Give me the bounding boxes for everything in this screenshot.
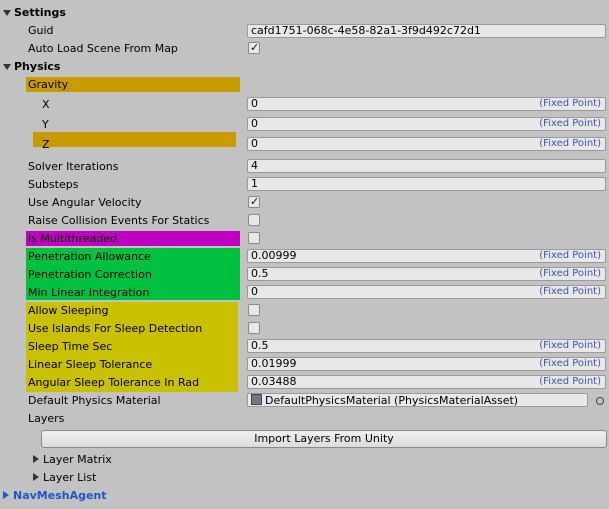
auto-load-checkbox[interactable]: ✓ bbox=[248, 41, 260, 54]
penetration-correction-label: Penetration Correction bbox=[28, 268, 152, 281]
is-multithreaded-label: Is Multithreaded bbox=[28, 232, 118, 245]
angular-sleep-label: Angular Sleep Tolerance In Rad bbox=[28, 376, 200, 389]
triangle-right-icon[interactable] bbox=[3, 491, 9, 499]
import-layers-button[interactable]: Import Layers From Unity bbox=[41, 430, 607, 448]
navmesh-foldout[interactable]: NavMeshAgent bbox=[0, 487, 609, 505]
triangle-right-icon[interactable] bbox=[33, 473, 39, 481]
fixed-point-tag: (Fixed Point) bbox=[539, 340, 601, 351]
substeps-label: Substeps bbox=[28, 178, 79, 191]
sleep-time-label: Sleep Time Sec bbox=[28, 340, 113, 353]
layer-matrix-foldout[interactable]: Layer Matrix bbox=[0, 451, 609, 469]
gravity-label: Gravity bbox=[28, 78, 69, 91]
gravity-z-highlight bbox=[33, 132, 236, 147]
guid-label: Guid bbox=[28, 24, 54, 37]
allow-sleeping-label: Allow Sleeping bbox=[28, 304, 109, 317]
angular-sleep-field[interactable]: 0.03488 (Fixed Point) bbox=[247, 375, 606, 389]
solver-iterations-value: 4 bbox=[251, 159, 258, 172]
fixed-point-tag: (Fixed Point) bbox=[539, 358, 601, 369]
allow-sleeping-checkbox[interactable] bbox=[248, 304, 260, 316]
asset-icon bbox=[251, 394, 262, 405]
checkmark-icon: ✓ bbox=[250, 41, 260, 54]
sleep-time-value: 0.5 bbox=[251, 339, 269, 352]
gravity-y-field[interactable]: 0 (Fixed Point) bbox=[247, 117, 606, 131]
linear-sleep-value: 0.01999 bbox=[251, 357, 297, 370]
linear-sleep-field[interactable]: 0.01999 (Fixed Point) bbox=[247, 357, 606, 371]
physics-foldout[interactable]: Physics bbox=[0, 58, 609, 76]
checkmark-icon: ✓ bbox=[250, 195, 260, 208]
default-material-field[interactable]: DefaultPhysicsMaterial (PhysicsMaterialA… bbox=[247, 393, 588, 407]
fixed-point-tag: (Fixed Point) bbox=[539, 250, 601, 261]
triangle-down-icon[interactable] bbox=[3, 10, 11, 16]
gravity-x-value: 0 bbox=[251, 97, 258, 110]
gravity-y-label: Y bbox=[42, 118, 49, 131]
solver-iterations-field[interactable]: 4 bbox=[247, 159, 606, 173]
layer-matrix-label[interactable]: Layer Matrix bbox=[43, 453, 112, 466]
gravity-y-value: 0 bbox=[251, 117, 258, 130]
is-multithreaded-checkbox[interactable] bbox=[248, 232, 260, 244]
layer-list-foldout[interactable]: Layer List bbox=[0, 469, 609, 487]
fixed-point-tag: (Fixed Point) bbox=[539, 118, 601, 129]
substeps-value: 1 bbox=[251, 177, 258, 190]
penetration-correction-value: 0.5 bbox=[251, 267, 269, 280]
guid-value: cafd1751-068c-4e58-82a1-3f9d492c72d1 bbox=[251, 24, 481, 37]
min-linear-integration-label: Min Linear Integration bbox=[28, 286, 150, 299]
raise-collision-label: Raise Collision Events For Statics bbox=[28, 214, 210, 227]
layers-label: Layers bbox=[28, 412, 65, 425]
use-angular-velocity-label: Use Angular Velocity bbox=[28, 196, 142, 209]
substeps-field[interactable]: 1 bbox=[247, 177, 606, 191]
fixed-point-tag: (Fixed Point) bbox=[539, 376, 601, 387]
fixed-point-tag: (Fixed Point) bbox=[539, 268, 601, 279]
gravity-z-field[interactable]: 0 (Fixed Point) bbox=[247, 137, 606, 151]
use-angular-velocity-checkbox[interactable]: ✓ bbox=[248, 195, 260, 208]
sleep-time-field[interactable]: 0.5 (Fixed Point) bbox=[247, 339, 606, 353]
default-material-value: DefaultPhysicsMaterial (PhysicsMaterialA… bbox=[265, 394, 519, 407]
gravity-z-label: Z bbox=[42, 138, 50, 151]
linear-sleep-label: Linear Sleep Tolerance bbox=[28, 358, 153, 371]
angular-sleep-value: 0.03488 bbox=[251, 375, 297, 388]
fixed-point-tag: (Fixed Point) bbox=[539, 98, 601, 109]
navmesh-header[interactable]: NavMeshAgent bbox=[13, 489, 107, 502]
layer-list-label[interactable]: Layer List bbox=[43, 471, 96, 484]
triangle-down-icon[interactable] bbox=[3, 64, 11, 70]
triangle-right-icon[interactable] bbox=[33, 455, 39, 463]
gravity-x-field[interactable]: 0 (Fixed Point) bbox=[247, 97, 606, 111]
solver-iterations-label: Solver Iterations bbox=[28, 160, 119, 173]
gravity-z-value: 0 bbox=[251, 137, 258, 150]
settings-foldout[interactable]: Settings bbox=[0, 4, 609, 22]
min-linear-integration-field[interactable]: 0 (Fixed Point) bbox=[247, 285, 606, 299]
fixed-point-tag: (Fixed Point) bbox=[539, 286, 601, 297]
settings-header[interactable]: Settings bbox=[14, 6, 66, 19]
physics-header[interactable]: Physics bbox=[14, 60, 60, 73]
auto-load-row: Auto Load Scene From Map ✓ bbox=[0, 40, 609, 58]
default-material-label: Default Physics Material bbox=[28, 394, 161, 407]
guid-row: Guid cafd1751-068c-4e58-82a1-3f9d492c72d… bbox=[0, 22, 609, 40]
object-picker-icon[interactable] bbox=[596, 397, 604, 405]
penetration-allowance-label: Penetration Allowance bbox=[28, 250, 151, 263]
use-islands-label: Use Islands For Sleep Detection bbox=[28, 322, 203, 335]
guid-field[interactable]: cafd1751-068c-4e58-82a1-3f9d492c72d1 bbox=[247, 24, 606, 38]
min-linear-integration-value: 0 bbox=[251, 285, 258, 298]
penetration-allowance-field[interactable]: 0.00999 (Fixed Point) bbox=[247, 249, 606, 263]
auto-load-label: Auto Load Scene From Map bbox=[28, 42, 178, 55]
raise-collision-checkbox[interactable] bbox=[248, 214, 260, 226]
penetration-correction-field[interactable]: 0.5 (Fixed Point) bbox=[247, 267, 606, 281]
penetration-allowance-value: 0.00999 bbox=[251, 249, 297, 262]
use-islands-checkbox[interactable] bbox=[248, 322, 260, 334]
gravity-x-label: X bbox=[42, 98, 50, 111]
fixed-point-tag: (Fixed Point) bbox=[539, 138, 601, 149]
